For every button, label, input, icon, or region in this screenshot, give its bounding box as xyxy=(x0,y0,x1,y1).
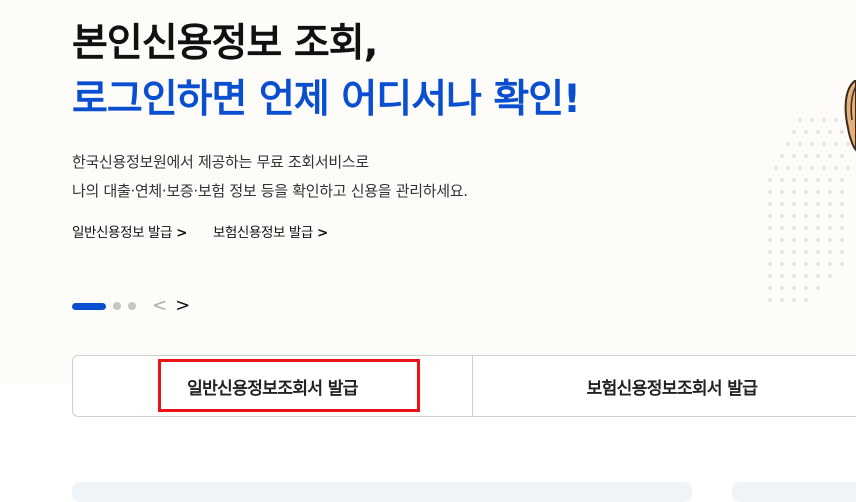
headline-line-1: 본인신용정보 조회, xyxy=(72,21,378,66)
chevron-right-icon: > xyxy=(316,225,328,241)
pager-active-indicator[interactable] xyxy=(72,302,106,310)
chevron-right-icon: > xyxy=(176,225,187,241)
description-line-1: 한국신용정보원에서 제공하는 무료 조회서비스로 xyxy=(72,153,369,171)
hero-illustration xyxy=(768,80,856,302)
chevron-right-icon[interactable]: > xyxy=(175,296,190,316)
hero-headline: 본인신용정보 조회, 로그인하면 언제 어디서나 확인! xyxy=(72,16,581,128)
pager-dot[interactable] xyxy=(128,302,136,310)
insurance-credit-info-link[interactable]: 보험신용정보 발급 > xyxy=(213,225,328,241)
insurance-credit-info-link-label: 보험신용정보 발급 xyxy=(212,225,313,241)
description-line-2: 나의 대출·연체·보증·보험 정보 등을 확인하고 신용을 관리하세요. xyxy=(72,182,468,200)
tab-insurance-credit-report[interactable]: 보험신용정보조회서 발급 xyxy=(471,356,856,416)
document-type-tabs: 일반신용정보조회서 발급 보험신용정보조회서 발급 xyxy=(72,355,856,417)
general-credit-info-link-label: 일반신용정보 발급 xyxy=(72,225,173,241)
general-credit-info-link[interactable]: 일반신용정보 발급 > xyxy=(72,225,187,241)
tab-general-credit-report[interactable]: 일반신용정보조회서 발급 xyxy=(73,356,472,416)
hero-links: 일반신용정보 발급 > 보험신용정보 발급 > xyxy=(72,221,350,241)
hero-banner: 본인신용정보 조회, 로그인하면 언제 어디서나 확인! 한국신용정보원에서 제… xyxy=(0,0,856,384)
pager-dot[interactable] xyxy=(113,302,121,310)
slide-pager: < > xyxy=(72,296,190,316)
hero-description: 한국신용정보원에서 제공하는 무료 조회서비스로 나의 대출·연체·보증·보험 … xyxy=(72,148,468,206)
content-card-right xyxy=(732,482,856,502)
content-card-left xyxy=(72,482,692,502)
headline-line-2: 로그인하면 언제 어디서나 확인! xyxy=(72,77,581,122)
chevron-left-icon[interactable]: < xyxy=(152,296,167,316)
